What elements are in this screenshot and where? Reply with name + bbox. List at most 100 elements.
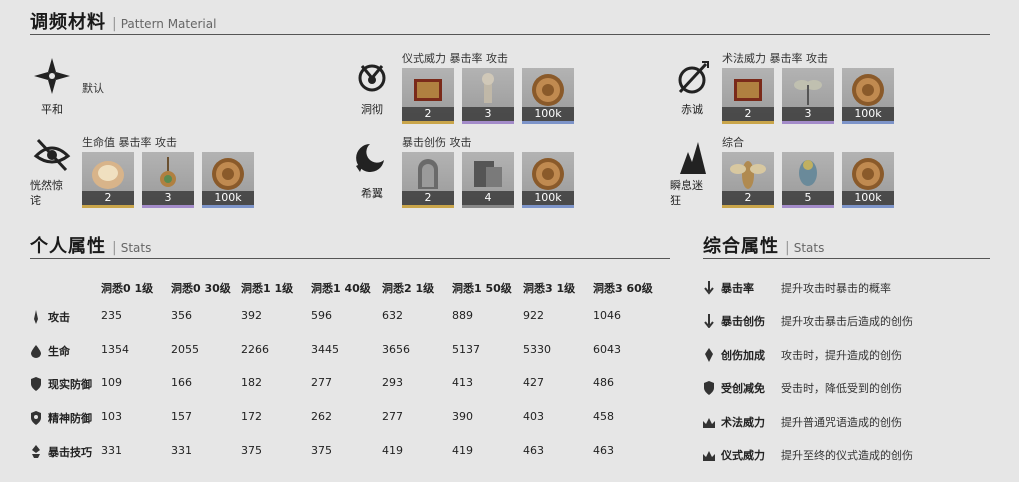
item-qty: 2: [82, 191, 134, 205]
material-item[interactable]: 3: [782, 68, 834, 124]
material-list: 2 4 100k: [402, 152, 582, 212]
item-qty: 100k: [522, 107, 574, 121]
item-qty: 100k: [842, 107, 894, 121]
hope-icon: [352, 138, 392, 178]
title-separator: |: [112, 16, 117, 32]
item-qty: 3: [462, 107, 514, 121]
health-icon: [30, 343, 42, 362]
column-header: 洞悉0 30级: [171, 282, 231, 295]
crit-rate-icon: [703, 280, 715, 299]
stat-value: 103: [101, 410, 122, 423]
material-item[interactable]: 100k: [202, 152, 254, 208]
material-item[interactable]: 5: [782, 152, 834, 208]
item-qty: 2: [722, 191, 774, 205]
material-item[interactable]: 100k: [522, 152, 574, 208]
stat-value: 375: [241, 444, 262, 457]
attributes-subtitle: Stats: [793, 241, 825, 255]
stat-value: 5330: [523, 343, 551, 356]
material-list: 2 3 100k: [402, 68, 582, 128]
attribute-desc: 攻击时，提升造成的创伤: [781, 349, 902, 362]
stat-value: 889: [452, 309, 473, 322]
attributes-header: 综合属性 | Stats: [703, 232, 824, 258]
stat-label: 攻击: [48, 311, 70, 324]
stat-value: 403: [523, 410, 544, 423]
stat-value: 458: [593, 410, 614, 423]
stat-value: 463: [593, 444, 614, 457]
attributes-divider: [703, 258, 990, 259]
stat-value: 293: [382, 376, 403, 389]
stat-value: 277: [311, 376, 332, 389]
attributes-title: 综合属性: [703, 236, 779, 257]
stat-value: 172: [241, 410, 262, 423]
item-qty: 100k: [842, 191, 894, 205]
stat-label: 精神防御: [48, 412, 92, 425]
mood-desc: 默认: [82, 82, 104, 95]
reality-defense-icon: [30, 376, 42, 395]
item-qty: 3: [142, 191, 194, 205]
crit-technique-icon: [30, 444, 42, 463]
stat-value: 331: [171, 444, 192, 457]
mood-desc: 暴击创伤 攻击: [402, 136, 472, 149]
stat-value: 262: [311, 410, 332, 423]
material-item[interactable]: 2: [722, 152, 774, 208]
pattern-title: 调频材料: [30, 12, 106, 33]
material-item[interactable]: 100k: [842, 68, 894, 124]
stat-value: 157: [171, 410, 192, 423]
material-item[interactable]: 100k: [522, 68, 574, 124]
mood-desc: 术法威力 暴击率 攻击: [722, 52, 828, 65]
stat-value: 235: [101, 309, 122, 322]
mood-desc: 综合: [722, 136, 744, 149]
stat-value: 392: [241, 309, 262, 322]
stat-value: 277: [382, 410, 403, 423]
mood-name: 瞬息迷狂: [670, 179, 703, 207]
attribute-label: 创伤加成: [721, 349, 765, 362]
mood-name: 洞彻: [361, 103, 383, 116]
attribute-desc: 提升普通咒语造成的创伤: [781, 416, 902, 429]
pattern-header: 调频材料 | Pattern Material: [30, 8, 216, 34]
stat-value: 922: [523, 309, 544, 322]
mood-name: 赤诚: [681, 103, 703, 116]
item-qty: 2: [402, 191, 454, 205]
stat-label: 暴击技巧: [48, 446, 92, 459]
item-qty: 2: [402, 107, 454, 121]
item-qty: 100k: [522, 191, 574, 205]
material-item[interactable]: 2: [722, 68, 774, 124]
mood-name: 恍然惊诧: [30, 179, 63, 207]
stat-value: 6043: [593, 343, 621, 356]
material-item[interactable]: 3: [462, 68, 514, 124]
mood-desc: 生命值 暴击率 攻击: [82, 136, 177, 149]
material-item[interactable]: 100k: [842, 152, 894, 208]
column-header: 洞悉1 1级: [241, 282, 294, 295]
eye-icon: [32, 134, 72, 174]
column-header: 洞悉1 40级: [311, 282, 371, 295]
stat-value: 3656: [382, 343, 410, 356]
item-qty: 100k: [202, 191, 254, 205]
stat-value: 2266: [241, 343, 269, 356]
stat-value: 419: [452, 444, 473, 457]
material-item[interactable]: 2: [82, 152, 134, 208]
stat-value: 109: [101, 376, 122, 389]
material-list: 2 5 100k: [722, 152, 902, 212]
stat-value: 331: [101, 444, 122, 457]
material-item[interactable]: 4: [462, 152, 514, 208]
material-item[interactable]: 2: [402, 152, 454, 208]
mood-name: 平和: [41, 103, 63, 116]
material-item[interactable]: 3: [142, 152, 194, 208]
attribute-label: 暴击率: [721, 282, 754, 295]
stats-subtitle: Stats: [120, 241, 152, 255]
item-qty: 5: [782, 191, 834, 205]
stat-value: 2055: [171, 343, 199, 356]
item-qty: 2: [722, 107, 774, 121]
attribute-label: 受创减免: [721, 382, 765, 395]
pattern-divider: [30, 34, 990, 35]
stat-value: 632: [382, 309, 403, 322]
mood-desc: 仪式威力 暴击率 攻击: [402, 52, 508, 65]
damage-reduction-icon: [703, 380, 715, 399]
item-qty: 4: [462, 191, 514, 205]
stat-label: 现实防御: [48, 378, 92, 391]
material-item[interactable]: 2: [402, 68, 454, 124]
column-header: 洞悉3 60级: [593, 282, 653, 295]
stat-value: 356: [171, 309, 192, 322]
stat-value: 1354: [101, 343, 129, 356]
attribute-label: 术法威力: [721, 416, 765, 429]
